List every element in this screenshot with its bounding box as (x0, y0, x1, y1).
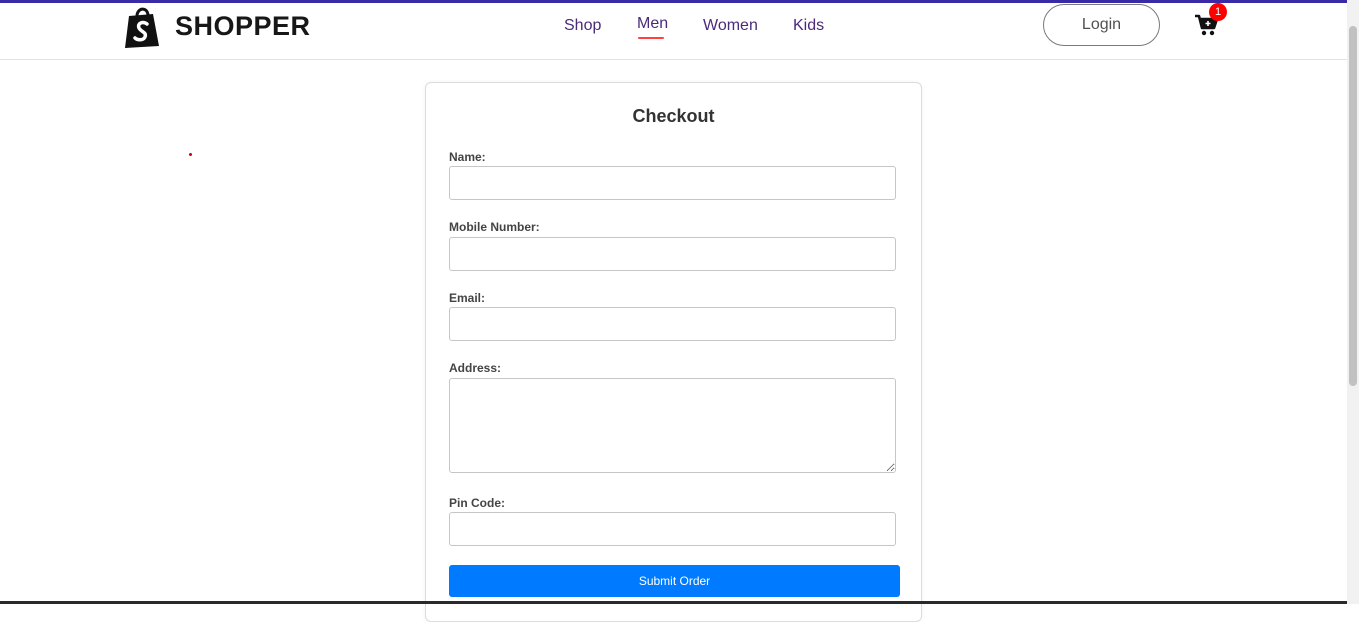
red-dot (189, 153, 192, 156)
scrollbar-thumb[interactable] (1349, 26, 1357, 386)
name-input[interactable] (449, 166, 896, 200)
brand-name: SHOPPER (175, 10, 311, 41)
submit-order-button[interactable]: Submit Order (449, 565, 900, 597)
nav-item-men-wrapper: Men (637, 15, 668, 39)
active-nav-underline (638, 37, 664, 39)
email-input[interactable] (449, 307, 896, 341)
name-label: Name: (449, 150, 486, 164)
cart-count-badge: 1 (1209, 3, 1227, 21)
mobile-label: Mobile Number: (449, 220, 540, 234)
mobile-input[interactable] (449, 237, 896, 271)
checkout-form: Checkout Name: Mobile Number: Email: Add… (425, 82, 922, 622)
login-button[interactable]: Login (1043, 4, 1160, 46)
address-label: Address: (449, 361, 502, 375)
address-textarea[interactable] (449, 378, 896, 473)
shopping-bag-icon (125, 7, 159, 48)
pincode-label: Pin Code: (449, 496, 505, 510)
nav-item-shop[interactable]: Shop (564, 17, 601, 35)
checkout-title: Checkout (632, 106, 715, 126)
nav-item-women[interactable]: Women (703, 17, 758, 35)
brand-logo[interactable]: SHOPPER (123, 3, 311, 49)
pincode-input[interactable] (449, 512, 896, 546)
navbar: SHOPPER Shop Men Women Kids Login 1 (0, 3, 1347, 60)
nav-item-kids[interactable]: Kids (793, 17, 824, 35)
email-label: Email: (449, 291, 486, 305)
vertical-scrollbar[interactable] (1347, 0, 1359, 604)
nav-item-men[interactable]: Men (637, 15, 668, 32)
